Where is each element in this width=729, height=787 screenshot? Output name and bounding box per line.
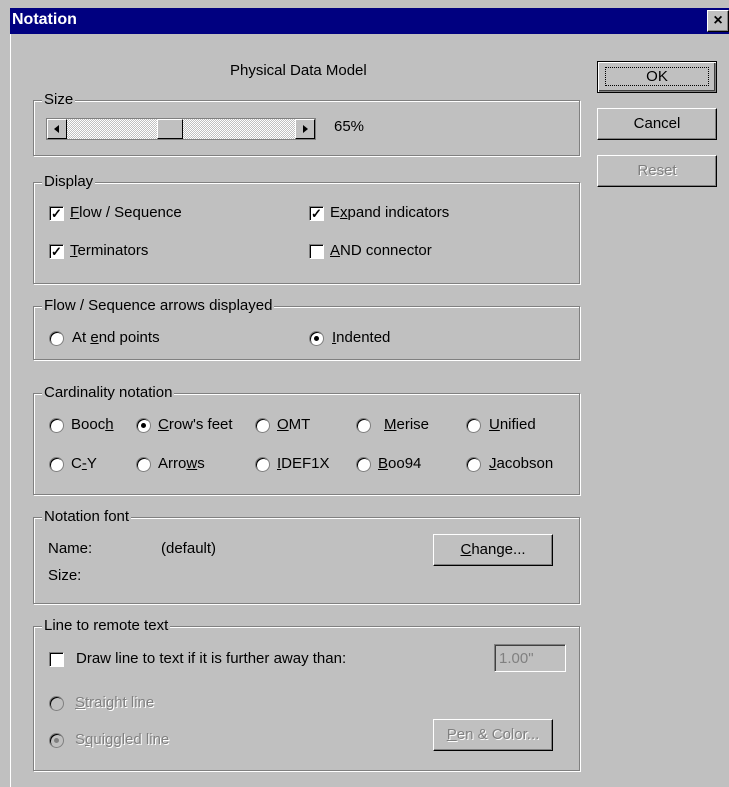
cy-label[interactable]: C-Y xyxy=(71,455,97,472)
unified-label[interactable]: Unified xyxy=(489,416,536,433)
crows-feet-radio[interactable] xyxy=(136,418,151,433)
cardinality-group: Cardinality notation xyxy=(33,384,580,495)
end-points-label[interactable]: At end points xyxy=(72,329,160,346)
model-title: Physical Data Model xyxy=(230,62,367,79)
font-name-value: (default) xyxy=(161,540,217,557)
squiggled-line-label[interactable]: Squiggled line xyxy=(75,731,169,748)
unified-radio[interactable] xyxy=(466,418,481,433)
arrows-label[interactable]: Arrows xyxy=(158,455,205,472)
change-font-button[interactable]: Change... xyxy=(433,534,553,566)
distance-field[interactable]: 1.00" xyxy=(494,644,566,672)
ok-button-label: OK xyxy=(605,67,709,86)
cancel-button[interactable]: Cancel xyxy=(597,108,717,140)
arrows-radio[interactable] xyxy=(136,457,151,472)
ok-button[interactable]: OK xyxy=(597,61,717,93)
flow-sequence-checkbox[interactable]: ✓ xyxy=(49,206,64,221)
jacobson-label[interactable]: Jacobson xyxy=(489,455,553,472)
booch-radio[interactable] xyxy=(49,418,64,433)
and-connector-checkbox[interactable] xyxy=(309,244,324,259)
draw-line-label[interactable]: Draw line to text if it is further away … xyxy=(76,650,346,667)
cy-radio[interactable] xyxy=(49,457,64,472)
pen-color-button[interactable]: Pen & Color... xyxy=(433,719,553,751)
boo94-label[interactable]: Boo94 xyxy=(378,455,421,472)
font-size-label: Size: xyxy=(48,567,82,584)
size-scrollbar[interactable] xyxy=(46,118,316,140)
arrows-group-label: Flow / Sequence arrows displayed xyxy=(42,297,275,314)
and-connector-label[interactable]: AND connector xyxy=(330,242,432,259)
display-group: Display xyxy=(33,173,580,284)
notation-dialog: Notation × Physical Data Model OK Cancel… xyxy=(0,0,729,787)
idef1x-radio[interactable] xyxy=(255,457,270,472)
booch-label[interactable]: Booch xyxy=(71,416,114,433)
size-group-label: Size xyxy=(42,91,76,108)
left-arrow-icon xyxy=(54,125,59,133)
check-icon: ✓ xyxy=(51,244,62,259)
check-icon: ✓ xyxy=(311,206,322,221)
flow-sequence-label[interactable]: Flow / Sequence xyxy=(70,204,182,221)
indented-radio[interactable] xyxy=(309,331,324,346)
size-slider-thumb[interactable] xyxy=(157,119,183,139)
window-title: Notation xyxy=(12,11,77,28)
font-name-label: Name: xyxy=(48,540,93,557)
right-arrow-icon xyxy=(303,125,308,133)
terminators-label[interactable]: Terminators xyxy=(70,242,148,259)
straight-line-radio[interactable] xyxy=(49,696,64,711)
omt-radio[interactable] xyxy=(255,418,270,433)
close-icon: × xyxy=(713,12,723,29)
straight-line-label[interactable]: Straight line xyxy=(75,694,154,711)
check-icon: ✓ xyxy=(51,206,62,221)
jacobson-radio[interactable] xyxy=(466,457,481,472)
idef1x-label[interactable]: IDEF1X xyxy=(277,455,330,472)
merise-label[interactable]: Merise xyxy=(384,416,429,433)
scroll-right-button[interactable] xyxy=(295,119,315,139)
notation-font-group-label: Notation font xyxy=(42,508,132,525)
merise-radio[interactable] xyxy=(356,418,371,433)
terminators-checkbox[interactable]: ✓ xyxy=(49,244,64,259)
reset-button[interactable]: Reset xyxy=(597,155,717,187)
omt-label[interactable]: OMT xyxy=(277,416,310,433)
crows-feet-label[interactable]: Crow's feet xyxy=(158,416,233,433)
cardinality-group-label: Cardinality notation xyxy=(42,384,175,401)
scroll-left-button[interactable] xyxy=(47,119,67,139)
remote-text-group-label: Line to remote text xyxy=(42,617,171,634)
display-group-label: Display xyxy=(42,173,96,190)
expand-indicators-label[interactable]: Expand indicators xyxy=(330,204,449,221)
squiggled-line-radio[interactable] xyxy=(49,733,64,748)
indented-label[interactable]: Indented xyxy=(332,329,390,346)
size-value: 65% xyxy=(334,118,365,135)
window-border xyxy=(10,34,11,787)
close-button[interactable]: × xyxy=(707,10,729,32)
expand-indicators-checkbox[interactable]: ✓ xyxy=(309,206,324,221)
draw-line-checkbox[interactable] xyxy=(49,652,64,667)
end-points-radio[interactable] xyxy=(49,331,64,346)
title-bar[interactable]: Notation × xyxy=(10,8,729,34)
boo94-radio[interactable] xyxy=(356,457,371,472)
